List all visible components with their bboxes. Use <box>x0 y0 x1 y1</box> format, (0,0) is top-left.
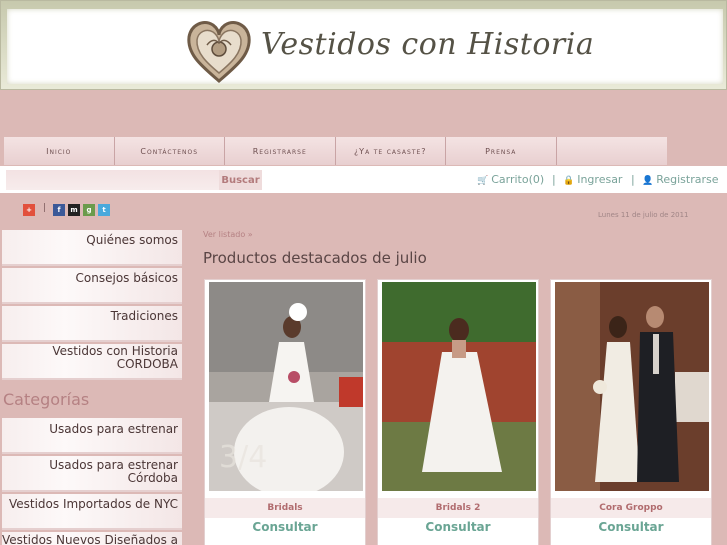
facebook-icon[interactable]: f <box>53 204 65 216</box>
nav-item-inicio[interactable]: Inicio <box>4 137 115 165</box>
search-button[interactable]: Buscar <box>219 170 262 190</box>
user-icon: 👤 <box>642 176 654 186</box>
banner-frame: Vestidos con Historia <box>7 9 723 84</box>
product-name[interactable]: Bridals <box>205 498 365 518</box>
view-list-link[interactable]: Ver listado » <box>203 230 253 239</box>
register-label: Registrarse <box>656 173 719 186</box>
nav-item-registrarse[interactable]: Registrarse <box>225 137 336 165</box>
nav-item-contactenos[interactable]: Contáctenos <box>114 137 225 165</box>
sidebar-item-quienes-somos[interactable]: Quiénes somos <box>2 230 182 266</box>
nav-item-prensa[interactable]: Prensa <box>446 137 557 165</box>
product-name[interactable]: Bridals 2 <box>378 498 538 518</box>
consultar-link[interactable]: Consultar <box>205 520 365 534</box>
product-image[interactable] <box>382 282 536 491</box>
current-date: Lunes 11 de julio de 2011 <box>598 211 689 219</box>
category-item-nuevos[interactable]: Vestidos Nuevos Diseñados a <box>2 532 182 545</box>
twitter-icon[interactable]: t <box>98 204 110 216</box>
sidebar-item-vestidos-cordoba[interactable]: Vestidos con Historia CORDOBA <box>2 344 182 380</box>
cart-label: Carrito(0) <box>491 173 545 186</box>
category-item-usados[interactable]: Usados para estrenar <box>2 418 182 454</box>
product-card[interactable]: 3/4 Bridals Consultar <box>204 279 366 545</box>
sidebar-item-tradiciones[interactable]: Tradiciones <box>2 306 182 342</box>
product-name[interactable]: Cora Groppo <box>551 498 711 518</box>
nav-item-ya-te-casaste[interactable]: ¿Ya te casaste? <box>335 137 446 165</box>
categories-title: Categorías <box>3 390 90 409</box>
social-separator: | <box>43 203 47 213</box>
heart-logo-icon <box>187 21 251 83</box>
image-watermark: 3/4 <box>219 440 267 475</box>
nav-item-empty <box>556 137 667 165</box>
product-image[interactable]: 3/4 <box>209 282 363 491</box>
consultar-link[interactable]: Consultar <box>551 520 711 534</box>
page-title: Productos destacados de julio <box>203 249 427 267</box>
lock-icon: 🔒 <box>563 176 575 186</box>
myspace-icon[interactable]: m <box>68 204 80 216</box>
product-card[interactable]: Cora Groppo Consultar <box>550 279 712 545</box>
login-link[interactable]: 🔒 Ingresar <box>563 173 622 186</box>
site-title: Vestidos con Historia <box>261 27 595 62</box>
plus-icon[interactable]: + <box>23 204 35 216</box>
category-item-usados-cordoba[interactable]: Usados para estrenar Córdoba <box>2 456 182 492</box>
search-input[interactable] <box>6 170 219 190</box>
register-link[interactable]: 👤 Registrarse <box>642 173 719 186</box>
category-item-importados-nyc[interactable]: Vestidos Importados de NYC <box>2 494 182 530</box>
toolbar-separator: | <box>552 173 556 186</box>
toolbar: Buscar 🛒 Carrito(0) | 🔒 Ingresar | 👤 Regist… <box>0 166 727 193</box>
main-nav: Inicio Contáctenos Registrarse ¿Ya te ca… <box>4 137 667 165</box>
product-image[interactable] <box>555 282 709 491</box>
cart-icon: 🛒 <box>477 176 489 186</box>
sidebar-item-consejos-basicos[interactable]: Consejos básicos <box>2 268 182 304</box>
product-card[interactable]: Bridals 2 Consultar <box>377 279 539 545</box>
toolbar-separator: | <box>631 173 635 186</box>
login-label: Ingresar <box>577 173 623 186</box>
cart-link[interactable]: 🛒 Carrito(0) <box>477 173 544 186</box>
consultar-link[interactable]: Consultar <box>378 520 538 534</box>
header-banner: Vestidos con Historia <box>0 0 727 90</box>
delicious-icon[interactable]: g <box>83 204 95 216</box>
